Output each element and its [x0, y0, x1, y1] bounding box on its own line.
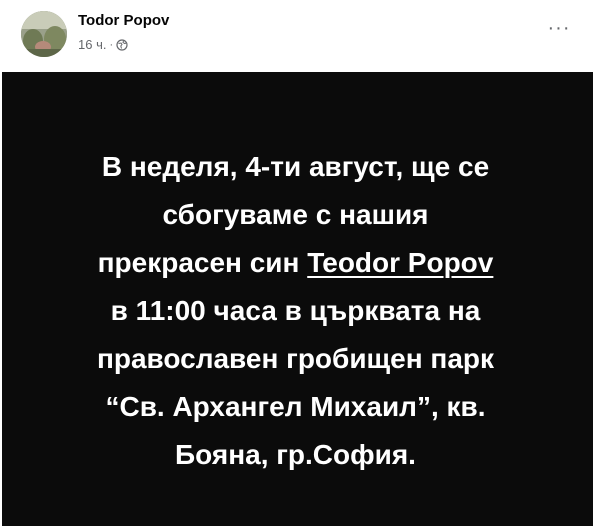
- author-name[interactable]: Todor Popov: [78, 12, 169, 29]
- announcement-line-7: Бояна, гр.София.: [175, 439, 416, 470]
- globe-icon[interactable]: [116, 38, 128, 51]
- facebook-post: Todor Popov 16 ч. · ··· В неделя, 4-ти а…: [0, 0, 593, 526]
- announcement-line-5: православен гробищен парк: [96, 343, 495, 374]
- mention-link[interactable]: Teodor Popov: [307, 247, 493, 278]
- post-header: Todor Popov 16 ч. · ···: [0, 0, 593, 72]
- announcement-line-3: прекрасен син Teodor Popov: [0, 239, 591, 287]
- announcement-line-6: “Св. Архангел Михаил”, кв.: [105, 391, 486, 422]
- announcement-text: В неделя, 4-ти август, ще се сбогуваме с…: [0, 72, 591, 479]
- avatar-image: [21, 11, 67, 57]
- post-timestamp[interactable]: 16 ч.: [78, 37, 106, 52]
- post-meta: 16 ч. ·: [78, 37, 128, 52]
- more-options-icon[interactable]: ···: [541, 18, 577, 44]
- announcement-line-2: сбогуваме с нашия: [162, 199, 429, 230]
- announcement-line-1: В неделя, 4-ти август, ще се: [101, 151, 490, 182]
- announcement-line-4: в 11:00 часа в църквата на: [110, 295, 481, 326]
- announcement-line-3-text: прекрасен син: [97, 247, 308, 278]
- avatar[interactable]: [21, 11, 67, 57]
- meta-separator: ·: [109, 38, 114, 51]
